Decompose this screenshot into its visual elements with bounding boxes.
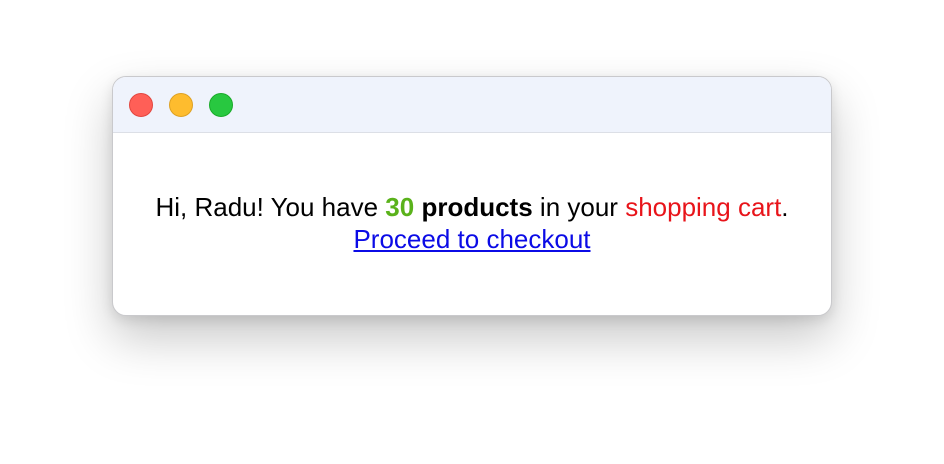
app-window: Hi, Radu! You have 30 products in your s…: [112, 76, 832, 316]
shopping-cart-label: shopping cart: [625, 192, 782, 222]
period-text: .: [781, 192, 789, 222]
window-content: Hi, Radu! You have 30 products in your s…: [113, 133, 831, 315]
product-count: 30: [385, 192, 415, 222]
title-bar: [113, 77, 831, 133]
cart-message: Hi, Radu! You have 30 products in your s…: [132, 191, 812, 255]
proceed-to-checkout-link[interactable]: Proceed to checkout: [353, 224, 590, 254]
minimize-window-button[interactable]: [169, 93, 193, 117]
greeting-text: Hi, Radu! You have: [155, 192, 386, 222]
desktop-background: Hi, Radu! You have 30 products in your s…: [0, 0, 944, 464]
zoom-window-button[interactable]: [209, 93, 233, 117]
in-your-text: in your: [532, 192, 626, 222]
products-label: products: [421, 192, 533, 222]
close-window-button[interactable]: [129, 93, 153, 117]
